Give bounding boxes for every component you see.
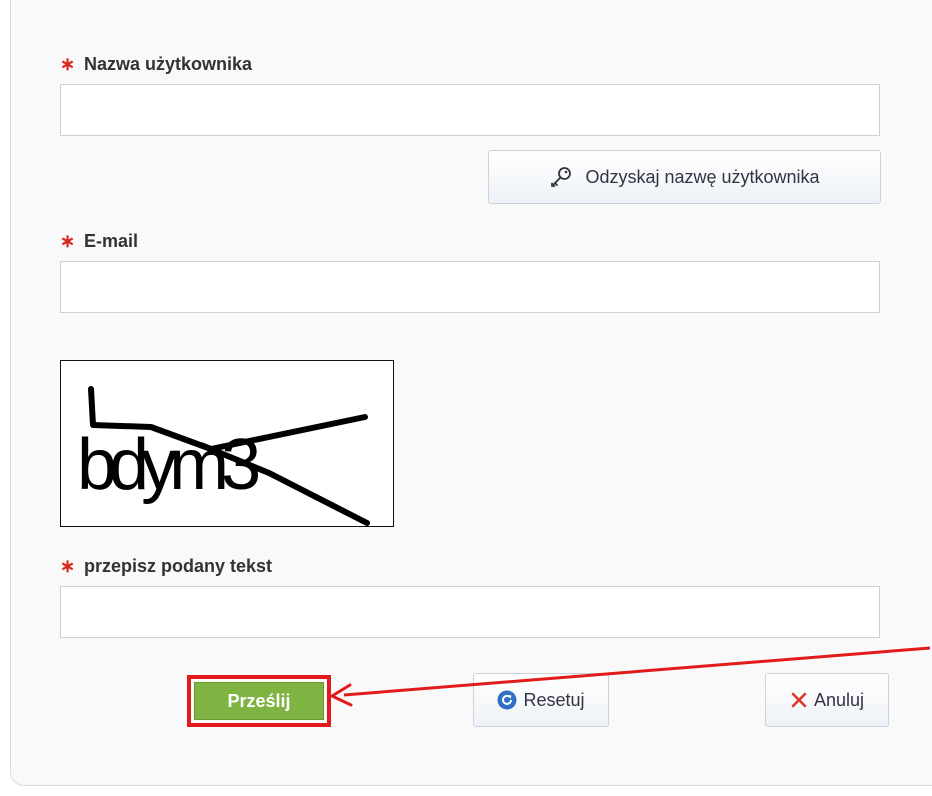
email-input[interactable] — [60, 261, 880, 313]
captcha-input[interactable] — [60, 586, 880, 638]
reset-button[interactable]: Resetuj — [473, 673, 609, 727]
key-icon — [551, 167, 572, 187]
submit-highlight: Prześlij — [187, 675, 331, 727]
required-marker: ∗ — [60, 556, 76, 576]
close-icon — [790, 691, 808, 709]
captcha-label: ∗ przepisz podany tekst — [60, 556, 273, 576]
reset-label: Resetuj — [523, 689, 585, 710]
refresh-icon — [497, 690, 517, 710]
captcha-image: bdym3 — [60, 360, 394, 527]
required-marker: ∗ — [60, 231, 76, 251]
cancel-label: Anuluj — [813, 689, 865, 710]
cancel-button[interactable]: Anuluj — [765, 673, 889, 727]
username-input[interactable] — [60, 84, 880, 136]
required-marker: ∗ — [60, 54, 76, 74]
captcha-text: bdym3 — [77, 425, 258, 505]
email-label: ∗ E-mail — [60, 231, 139, 251]
username-label: ∗ Nazwa użytkownika — [60, 54, 253, 74]
recover-username-label: Odzyskaj nazwę użytkownika — [585, 166, 820, 187]
recover-username-button[interactable]: Odzyskaj nazwę użytkownika — [488, 150, 881, 204]
submit-button[interactable]: Prześlij — [194, 682, 324, 720]
